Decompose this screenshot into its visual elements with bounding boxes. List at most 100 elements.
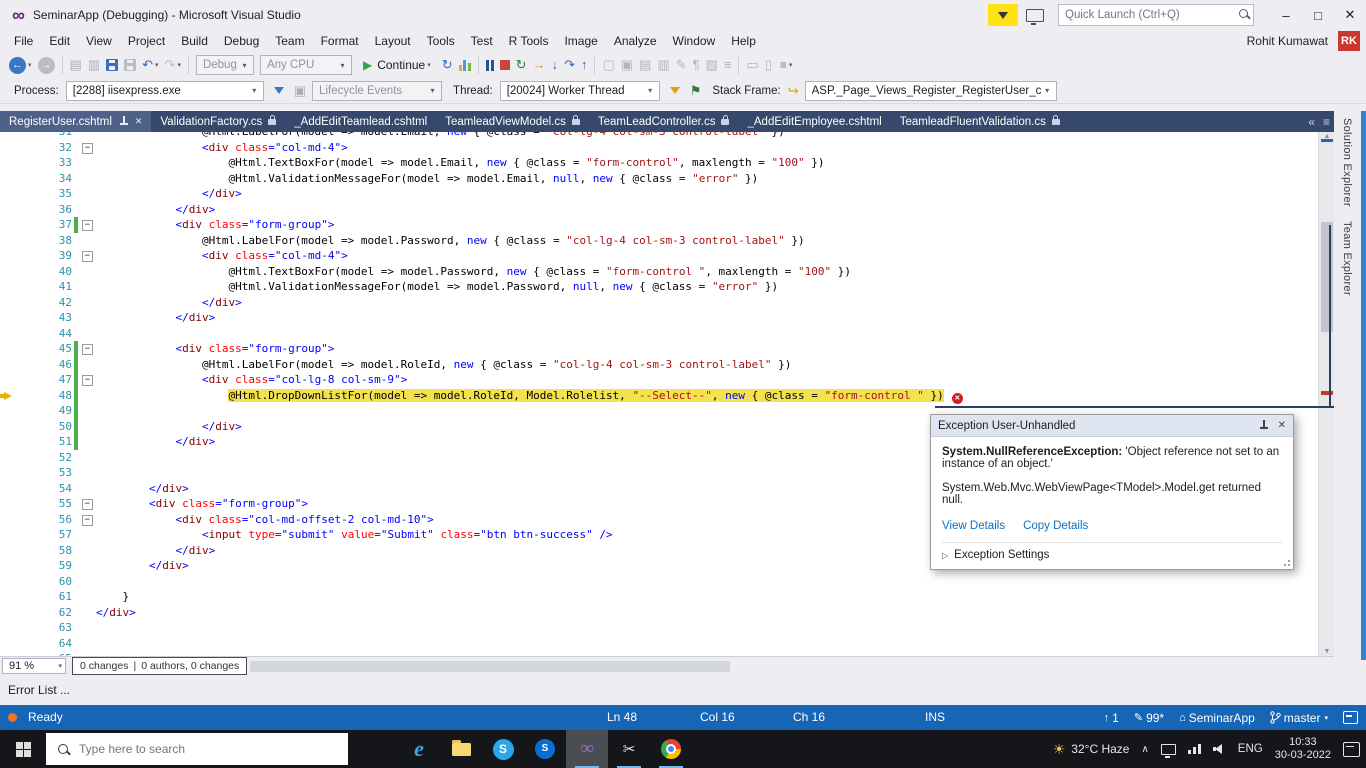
tab-teamleadviewmodel-cs[interactable]: TeamleadViewModel.cs <box>436 111 589 132</box>
code-text[interactable]: @Html.ValidationMessageFor(model => mode… <box>96 279 778 295</box>
refresh-icon[interactable]: ↻ <box>439 54 456 76</box>
horizontal-scrollbar[interactable] <box>250 661 730 672</box>
line-number[interactable]: 54 <box>20 481 72 497</box>
exception-settings-expander[interactable]: ▷ Exception Settings <box>942 542 1282 561</box>
breakpoint-margin[interactable] <box>0 233 20 249</box>
error-list-panel[interactable]: Error List ... <box>0 675 1366 705</box>
platform-select[interactable]: Any CPU▾ <box>260 55 352 75</box>
source-control-indicator[interactable]: 0 changes | 0 authors, 0 changes <box>72 657 247 675</box>
open-file-icon[interactable]: ▥ <box>85 54 103 76</box>
undo-icon[interactable]: ↶▾ <box>139 54 161 76</box>
line-number[interactable]: 38 <box>20 233 72 249</box>
account-avatar[interactable]: RK <box>1338 31 1360 51</box>
tab-validationfactory-cs[interactable]: ValidationFactory.cs <box>151 111 285 132</box>
restart-icon[interactable]: ↻ <box>513 54 530 76</box>
code-text[interactable]: @Html.DropDownListFor(model => model.Rol… <box>96 388 963 404</box>
lifecycle-select[interactable]: Lifecycle Events▾ <box>312 81 442 101</box>
flag-icon[interactable]: ⚑ <box>687 80 705 102</box>
save-all-icon[interactable] <box>121 54 139 76</box>
breakpoint-margin[interactable] <box>0 419 20 435</box>
continue-button[interactable]: ▶Continue▾ <box>357 54 437 76</box>
code-text[interactable]: @Html.TextBoxFor(model => model.Email, n… <box>96 155 825 171</box>
branch-indicator[interactable]: master ▾ <box>1270 711 1328 725</box>
breakpoint-margin[interactable] <box>0 620 20 636</box>
pending-changes[interactable]: ✎ 99* <box>1134 711 1164 725</box>
line-number[interactable]: 41 <box>20 279 72 295</box>
breakpoint-margin[interactable] <box>0 574 20 590</box>
breakpoint-margin[interactable] <box>0 372 20 388</box>
line-number[interactable]: 57 <box>20 527 72 543</box>
status-line[interactable]: Ln 48 <box>607 705 637 730</box>
code-text[interactable]: } <box>96 589 129 605</box>
zoom-select[interactable]: 91 % ▾ <box>2 658 66 674</box>
breakpoint-margin[interactable] <box>0 481 20 497</box>
file-explorer-icon[interactable] <box>440 730 482 768</box>
breakpoint-margin[interactable] <box>0 264 20 280</box>
code-text[interactable]: <div class="col-md-4"> <box>96 140 348 156</box>
step-into-icon[interactable]: ↓ <box>549 54 562 76</box>
feedback-icon[interactable] <box>988 4 1018 26</box>
step-out-icon[interactable]: ↑ <box>578 54 591 76</box>
breakpoint-margin[interactable] <box>0 434 20 450</box>
collapse-icon[interactable]: − <box>82 344 93 355</box>
breakpoint-margin[interactable] <box>0 326 20 342</box>
breakpoint-margin[interactable] <box>0 217 20 233</box>
line-number[interactable]: 46 <box>20 357 72 373</box>
process-filter-icon[interactable] <box>267 80 291 102</box>
stack-frame-select[interactable]: ASP._Page_Views_Register_RegisterUser_c▾ <box>805 81 1057 101</box>
code-text[interactable]: </div> <box>96 543 215 559</box>
side-tab-team-explorer[interactable]: Team Explorer <box>1341 221 1353 296</box>
toolbar-overflow-icon[interactable]: ≡▾ <box>775 54 796 76</box>
collapse-icon[interactable]: − <box>82 499 93 510</box>
status-column[interactable]: Col 16 <box>700 705 735 730</box>
vertical-scrollbar[interactable]: ▲ ▼ <box>1318 132 1334 656</box>
toolbox-icon[interactable]: ▥ <box>654 54 672 76</box>
resize-grip[interactable] <box>1288 564 1290 566</box>
collapse-icon[interactable]: − <box>82 375 93 386</box>
pin-icon[interactable] <box>1260 420 1268 431</box>
show-next-statement-icon[interactable]: → <box>530 54 549 76</box>
tab-scroll-icon[interactable]: « <box>1308 115 1315 129</box>
minimize-button[interactable]: – <box>1270 0 1302 30</box>
breakpoint-margin[interactable] <box>0 496 20 512</box>
menu-help[interactable]: Help <box>723 30 764 52</box>
notification-center-icon[interactable] <box>1343 742 1360 757</box>
line-number[interactable]: 53 <box>20 465 72 481</box>
code-text[interactable]: </div> <box>96 481 189 497</box>
menu-tools[interactable]: Tools <box>419 30 463 52</box>
menu-team[interactable]: Team <box>267 30 312 52</box>
clock[interactable]: 10:33 30-03-2022 <box>1275 736 1331 762</box>
tab-addeditteamlead-cshtml[interactable]: _AddEditTeamlead.cshtml <box>285 111 436 132</box>
breakpoint-margin[interactable] <box>0 248 20 264</box>
breakpoint-margin[interactable] <box>0 527 20 543</box>
breakpoint-margin[interactable] <box>0 132 20 140</box>
tab-addeditemployee-cshtml[interactable]: _AddEditEmployee.cshtml <box>738 111 890 132</box>
exception-popup-header[interactable]: Exception User-Unhandled ✕ <box>931 415 1293 437</box>
line-number[interactable]: 44 <box>20 326 72 342</box>
menu-r-tools[interactable]: R Tools <box>501 30 557 52</box>
error-icon[interactable]: ✕ <box>952 393 963 404</box>
code-text[interactable]: <div class="col-lg-8 col-sm-9"> <box>96 372 407 388</box>
collapse-icon[interactable]: − <box>82 515 93 526</box>
thread-select[interactable]: [20024] Worker Thread▾ <box>500 81 660 101</box>
line-number[interactable]: 63 <box>20 620 72 636</box>
tray-overflow-icon[interactable]: ∧ <box>1141 744 1148 755</box>
breakpoint-margin[interactable] <box>0 171 20 187</box>
taskbar-search[interactable] <box>46 733 348 765</box>
menu-file[interactable]: File <box>6 30 41 52</box>
tab-teamleadfluentvalidation-cs[interactable]: TeamleadFluentValidation.cs <box>891 111 1069 132</box>
diagnostics-icon[interactable] <box>456 54 474 76</box>
line-number[interactable]: 64 <box>20 636 72 652</box>
bookmark-icon[interactable]: ▯ <box>762 54 775 76</box>
breakpoint-margin[interactable] <box>0 388 20 404</box>
account-name[interactable]: Rohit Kumawat <box>1247 34 1338 48</box>
menu-test[interactable]: Test <box>463 30 501 52</box>
breakpoint-margin[interactable] <box>0 403 20 419</box>
outgoing-commits[interactable]: ↑ 1 <box>1104 711 1119 725</box>
breakpoint-margin[interactable] <box>0 279 20 295</box>
line-number[interactable]: 35 <box>20 186 72 202</box>
process-select[interactable]: [2288] iisexpress.exe▾ <box>66 81 264 101</box>
breakpoint-margin[interactable] <box>0 155 20 171</box>
line-number[interactable]: 45 <box>20 341 72 357</box>
code-text[interactable]: </div> <box>96 605 136 621</box>
